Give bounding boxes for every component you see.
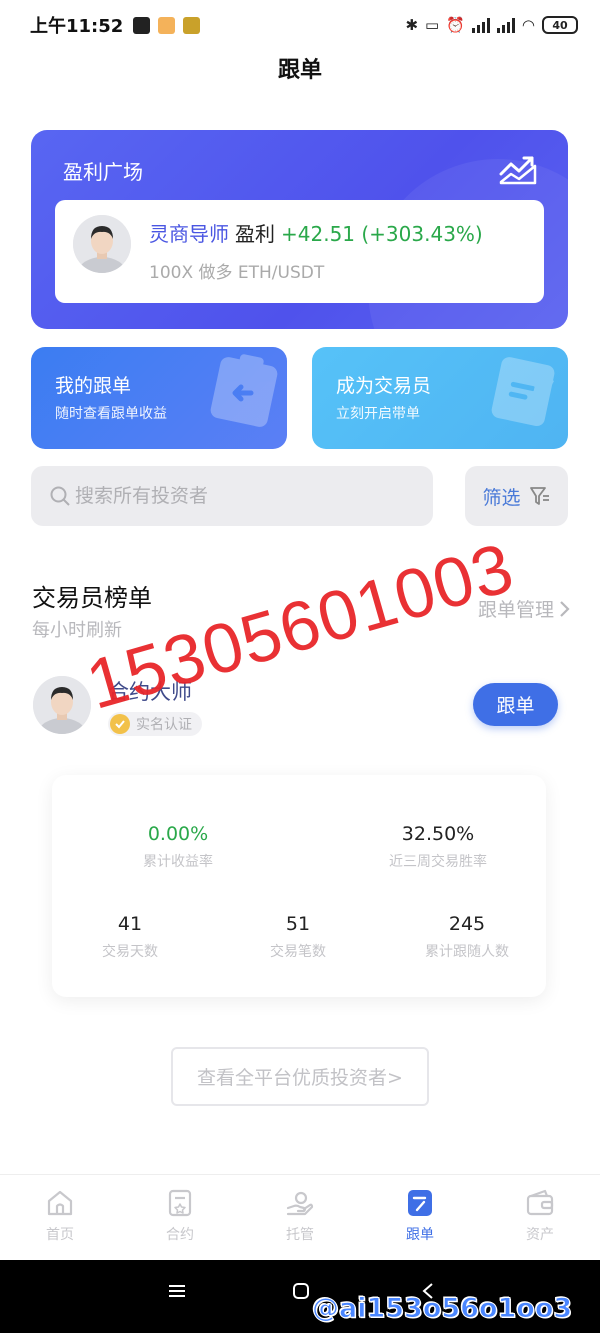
vibrate-icon: ▭ — [425, 16, 440, 34]
my-copy-trades-subtitle: 随时查看跟单收益 — [55, 406, 167, 422]
tab-assets[interactable]: 资产 — [480, 1175, 600, 1260]
profit-label: 盈利 — [235, 222, 275, 246]
stat-label: 累计跟随人数 — [425, 944, 509, 960]
tab-label: 首页 — [46, 1227, 74, 1243]
stat-label: 交易天数 — [102, 944, 158, 960]
clipboard-icon — [210, 354, 278, 427]
stat-followers: 245 累计跟随人数 — [377, 913, 557, 961]
tab-label: 托管 — [286, 1227, 314, 1243]
tab-label: 资产 — [526, 1227, 554, 1243]
become-trader-title: 成为交易员 — [336, 375, 432, 397]
leaderboard-title: 交易员榜单 — [32, 584, 152, 612]
search-input[interactable] — [75, 485, 415, 507]
tab-label: 合约 — [166, 1227, 194, 1243]
stat-value: 41 — [117, 913, 143, 935]
become-trader-subtitle: 立刻开启带单 — [336, 406, 420, 422]
wifi-icon: ◠ — [521, 16, 535, 34]
stat-label: 近三周交易胜率 — [389, 854, 487, 870]
tiktok-app-icon — [133, 16, 151, 34]
chevron-right-icon — [560, 600, 570, 617]
my-copy-trades-title: 我的跟单 — [55, 375, 132, 397]
profit-value: +42.51 (+303.43%) — [281, 222, 483, 246]
bluetooth-icon: ✱ — [405, 16, 419, 34]
verified-label: 实名认证 — [136, 717, 192, 733]
become-trader-card[interactable]: 成为交易员 立刻开启带单 — [312, 347, 568, 449]
app-notification-icon — [158, 16, 176, 34]
signal-icon — [496, 17, 515, 33]
my-copy-trades-card[interactable]: 我的跟单 随时查看跟单收益 — [31, 347, 287, 449]
stat-win-rate: 32.50% 近三周交易胜率 — [348, 823, 528, 871]
status-time: 上午11:52 — [30, 16, 124, 37]
game-app-icon — [183, 16, 201, 34]
filter-button[interactable]: 筛选 — [465, 466, 568, 526]
featured-trade-card[interactable]: 灵商导师 盈利 +42.51 (+303.43%) 100X 做多 ETH/USDT — [55, 200, 544, 303]
home-button-icon[interactable] — [292, 1282, 310, 1300]
home-icon — [47, 1190, 73, 1216]
wallet-icon — [526, 1189, 554, 1216]
contract-icon — [168, 1189, 192, 1217]
profit-square-title: 盈利广场 — [63, 160, 143, 184]
tab-custody[interactable]: 托管 — [240, 1175, 360, 1260]
position-description: 100X 做多 ETH/USDT — [149, 263, 325, 283]
custody-icon — [286, 1191, 314, 1216]
tab-home[interactable]: 首页 — [0, 1175, 120, 1260]
document-edit-icon — [491, 357, 555, 427]
stat-label: 累计收益率 — [143, 854, 213, 870]
stat-value: 51 — [285, 913, 311, 935]
copy-trade-icon — [408, 1190, 432, 1216]
avatar — [73, 215, 131, 273]
tab-copy-trade[interactable]: 跟单 — [360, 1175, 480, 1260]
trend-chart-icon — [499, 156, 537, 185]
stat-label: 交易笔数 — [270, 944, 326, 960]
filter-label: 筛选 — [482, 486, 521, 509]
search-icon — [50, 486, 70, 506]
profit-square-card[interactable]: 盈利广场 灵商导师 盈利 +42.51 (+303.43%) 100X 做多 ETH… — [31, 130, 568, 329]
filter-icon — [529, 487, 549, 505]
phone-number-overlay: 15305601003 — [78, 527, 523, 724]
bottom-tab-bar: 首页 合约 托管 跟单 资产 — [0, 1174, 600, 1260]
stat-trade-count: 51 交易笔数 — [208, 913, 388, 961]
tab-label: 跟单 — [406, 1227, 434, 1243]
search-box[interactable] — [31, 466, 433, 526]
stat-value: 0.00% — [147, 823, 209, 845]
featured-trader-name: 灵商导师 — [149, 222, 229, 246]
tab-contract[interactable]: 合约 — [120, 1175, 240, 1260]
follow-button[interactable]: 跟单 — [473, 683, 558, 726]
signal-icon — [471, 17, 490, 33]
tiktok-watermark-handle: @ai153o56o1oo3 — [311, 1293, 573, 1325]
view-all-investors-button[interactable]: 查看全平台优质投资者> — [171, 1047, 429, 1106]
stat-trading-days: 41 交易天数 — [40, 913, 220, 961]
trader-avatar[interactable] — [33, 676, 91, 734]
stat-value: 245 — [448, 913, 486, 935]
trader-stats-card[interactable]: 0.00% 累计收益率 32.50% 近三周交易胜率 41 交易天数 51 交易… — [52, 775, 546, 997]
battery-icon: 40 — [542, 16, 578, 34]
stat-cumulative-return: 0.00% 累计收益率 — [88, 823, 268, 871]
status-bar: 上午11:52 ✱ ▭ ⏰ ◠ 40 — [0, 0, 600, 50]
featured-trade-summary: 灵商导师 盈利 +42.51 (+303.43%) — [149, 218, 483, 247]
alarm-icon: ⏰ — [446, 16, 465, 34]
menu-icon[interactable] — [168, 1282, 186, 1300]
stat-value: 32.50% — [401, 823, 475, 845]
page-title: 跟单 — [277, 58, 322, 83]
